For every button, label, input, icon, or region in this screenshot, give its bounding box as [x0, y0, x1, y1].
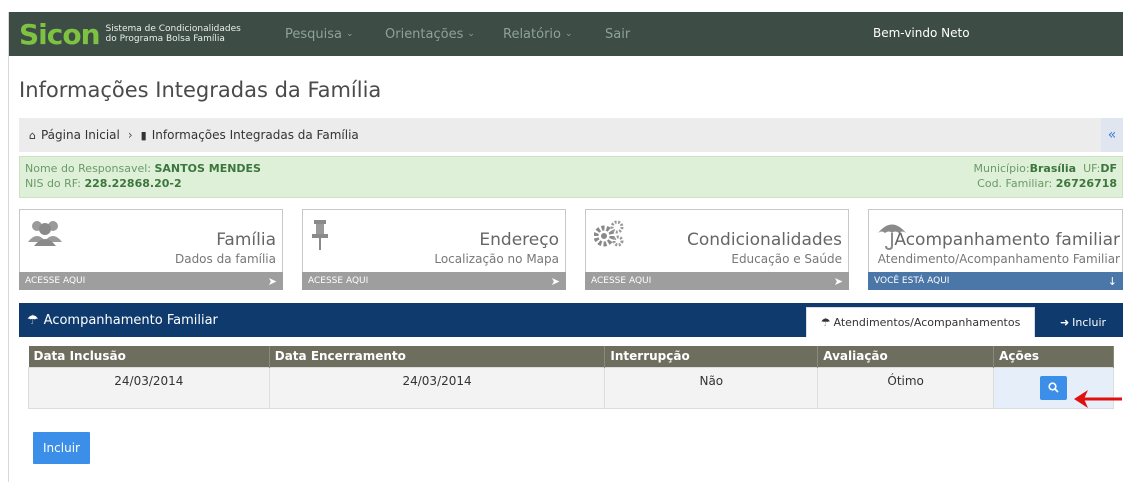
- location-info: Município:Brasília UF:DF Cod. Familiar: …: [974, 161, 1117, 191]
- card-footer-link[interactable]: ACESSE AQUI ➤: [302, 272, 566, 290]
- municipio-line: Município:Brasília UF:DF: [974, 161, 1117, 176]
- file-icon: ▮: [140, 128, 147, 142]
- col-header: Interrupção: [604, 346, 819, 367]
- card-subtitle: Localização no Mapa: [434, 252, 559, 266]
- umbrella-icon: ☂: [27, 312, 39, 328]
- logo-caption: Sistema de Condicionalidades do Programa…: [106, 24, 241, 44]
- col-header: Avaliação: [817, 346, 995, 367]
- nav-orientacoes-label: Orientações: [385, 26, 464, 42]
- nis-line: NIS do RF: 228.22868.20-2: [25, 176, 1117, 191]
- logo-mark: Sicon: [19, 17, 101, 51]
- logo-caption-line1: Sistema de Condicionalidades: [105, 24, 241, 34]
- breadcrumb-home[interactable]: Página Inicial: [41, 128, 120, 142]
- annotation-arrow-icon: [1074, 390, 1122, 408]
- nis-value: 228.22868.20-2: [84, 177, 182, 190]
- cell-data-encerramento: 24/03/2014: [268, 366, 606, 409]
- search-icon: [1048, 381, 1059, 393]
- circle-arrow-right-icon: ➤: [550, 274, 560, 288]
- card-subtitle: Dados da família: [174, 252, 276, 266]
- circle-arrow-down-icon: ↓: [1107, 274, 1117, 288]
- pin-icon: [311, 220, 329, 254]
- table-header-row: Data Inclusão Data Encerramento Interrup…: [28, 346, 1114, 367]
- gears-icon: [593, 220, 624, 252]
- tab-incluir[interactable]: ➜ Incluir: [1043, 307, 1123, 337]
- collapse-sidebar-button[interactable]: «: [1101, 118, 1123, 152]
- incluir-button[interactable]: Incluir: [33, 432, 90, 464]
- family-info-banner: Nome do Responsavel: SANTOS MENDES NIS d…: [19, 156, 1123, 198]
- card-subtitle: Educação e Saúde: [731, 252, 842, 266]
- card-acompanhamento[interactable]: Acompanhamento familiar Atendimento/Acom…: [868, 209, 1123, 290]
- col-header: Ações: [993, 346, 1114, 367]
- tab-atendimentos-label: Atendimentos/Acompanhamentos: [833, 316, 1021, 329]
- cod-familiar-label: Cod. Familiar:: [977, 177, 1053, 190]
- logo-caption-line2: do Programa Bolsa Família: [105, 34, 225, 44]
- nav-sair-label: Sair: [605, 26, 631, 42]
- top-navbar: Sicon Sistema de Condicionalidades do Pr…: [9, 12, 1123, 56]
- card-title: Família: [216, 230, 276, 250]
- card-footer-link[interactable]: ACESSE AQUI ➤: [585, 272, 849, 290]
- cell-data-inclusao: 24/03/2014: [28, 366, 270, 409]
- card-footer-label: ACESSE AQUI: [308, 276, 369, 286]
- panel-title: Acompanhamento Familiar: [43, 312, 218, 328]
- card-title: Condicionalidades: [687, 230, 842, 250]
- card-title: Acompanhamento familiar: [894, 230, 1120, 250]
- col-header: Data Encerramento: [269, 346, 606, 367]
- sicon-logo[interactable]: Sicon Sistema de Condicionalidades do Pr…: [19, 17, 241, 51]
- cod-familiar-value: 26726718: [1055, 177, 1117, 190]
- cell-avaliacao: Ótimo: [817, 366, 995, 409]
- card-title: Endereço: [479, 230, 559, 250]
- nav-relatorio[interactable]: Relatório ⌄: [503, 12, 573, 56]
- col-header: Data Inclusão: [28, 346, 270, 367]
- cell-interrupcao: Não: [604, 366, 819, 409]
- app-frame: Sicon Sistema de Condicionalidades do Pr…: [8, 12, 1126, 482]
- card-familia[interactable]: Família Dados da família ACESSE AQUI ➤: [19, 209, 283, 290]
- sign-in-icon: ➜: [1059, 315, 1070, 329]
- welcome-user: Bem-vindo Neto: [873, 26, 970, 40]
- card-condicionalidades[interactable]: Condicionalidades Educação e Saúde ACESS…: [585, 209, 849, 290]
- uf-value: DF: [1100, 162, 1117, 175]
- card-footer-current: VOCÊ ESTÁ AQUI ↓: [868, 272, 1123, 290]
- card-endereco[interactable]: Endereço Localização no Mapa ACESSE AQUI…: [302, 209, 566, 290]
- responsavel-label: Nome do Responsavel:: [25, 162, 151, 175]
- card-subtitle: Atendimento/Acompanhamento Familiar: [877, 252, 1120, 266]
- breadcrumb-current: Informações Integradas da Família: [151, 128, 359, 142]
- umbrella-icon: ☂: [820, 316, 831, 329]
- nav-orientacoes[interactable]: Orientações ⌄: [385, 12, 475, 56]
- chevron-down-icon: ⌄: [467, 29, 475, 39]
- card-footer-link[interactable]: ACESSE AQUI ➤: [19, 272, 283, 290]
- card-footer-label: ACESSE AQUI: [591, 276, 652, 286]
- page-title: Informações Integradas da Família: [19, 78, 382, 102]
- circle-arrow-right-icon: ➤: [267, 274, 277, 288]
- responsavel-line: Nome do Responsavel: SANTOS MENDES: [25, 161, 1117, 176]
- cod-familiar-line: Cod. Familiar: 26726718: [974, 176, 1117, 191]
- breadcrumb: ⌂ Página Inicial › ▮ Informações Integra…: [19, 118, 1123, 152]
- circle-arrow-right-icon: ➤: [833, 274, 843, 288]
- nav-relatorio-label: Relatório: [503, 26, 561, 42]
- users-icon: [28, 220, 62, 250]
- tab-atendimentos[interactable]: ☂ Atendimentos/Acompanhamentos: [806, 307, 1035, 337]
- acompanhamentos-table: Data Inclusão Data Encerramento Interrup…: [28, 346, 1114, 409]
- nis-label: NIS do RF:: [25, 177, 81, 190]
- home-icon: ⌂: [29, 128, 36, 142]
- breadcrumb-separator: ›: [127, 128, 133, 142]
- card-footer-label: VOCÊ ESTÁ AQUI: [874, 276, 950, 286]
- tab-incluir-label: Incluir: [1072, 315, 1107, 329]
- municipio-label: Município:: [973, 162, 1030, 175]
- card-footer-label: ACESSE AQUI: [25, 276, 86, 286]
- nav-sair[interactable]: Sair: [605, 12, 630, 56]
- nav-pesquisa[interactable]: Pesquisa ⌄: [285, 12, 354, 56]
- chevron-down-icon: ⌄: [346, 29, 354, 39]
- municipio-value: Brasília: [1029, 162, 1077, 175]
- nav-pesquisa-label: Pesquisa: [285, 26, 342, 42]
- view-details-button[interactable]: [1040, 375, 1068, 400]
- uf-label: UF:: [1083, 162, 1101, 175]
- responsavel-name: SANTOS MENDES: [154, 162, 261, 175]
- chevron-down-icon: ⌄: [565, 29, 573, 39]
- table-row: 24/03/2014 24/03/2014 Não Ótimo: [28, 366, 1114, 409]
